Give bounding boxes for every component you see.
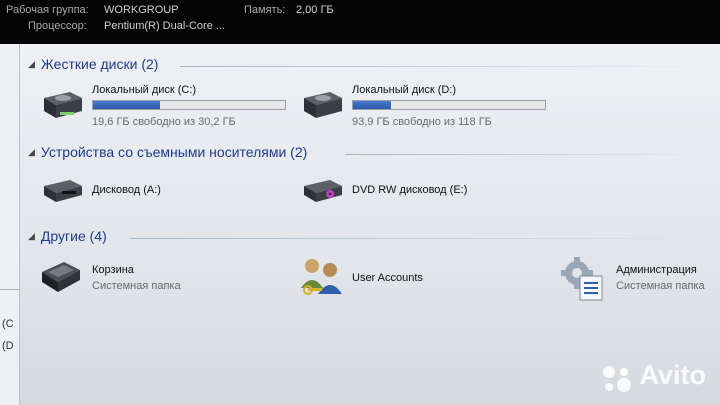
memory-label: Память:: [244, 4, 286, 16]
avito-logo-icon: [602, 366, 631, 392]
nav-fragment[interactable]: (D: [2, 340, 14, 352]
item-subtitle: Системная папка: [616, 280, 705, 292]
hard-drive-icon: [44, 92, 82, 118]
watermark-text: Avito: [639, 360, 707, 390]
drive-name: Локальный диск (C:): [92, 84, 197, 96]
nav-fragment[interactable]: (C: [2, 318, 14, 330]
drive-name: Локальный диск (D:): [352, 84, 457, 96]
item-subtitle: Системная папка: [92, 280, 181, 292]
memory-value: 2,00 ГБ: [296, 4, 334, 16]
drive-item-d[interactable]: Локальный диск (D:) 93,9 ГБ свободно из …: [300, 84, 550, 132]
user-accounts-icon: [301, 259, 342, 295]
recycle-bin-item[interactable]: Корзина Системная папка: [38, 256, 258, 300]
group-separator: [130, 238, 710, 239]
pane-divider: [0, 289, 19, 290]
dvd-drive-icon: [304, 180, 342, 202]
group-title: Жесткие диски (2): [40, 56, 159, 72]
hard-drive-icon: [304, 92, 342, 118]
content-area: ◢ Жесткие диски (2) Локальный диск (C:) 1…: [20, 44, 720, 405]
recycle-bin-icon: [42, 262, 80, 292]
collapse-arrow-icon[interactable]: ◢: [28, 147, 35, 158]
drive-usage-fill: [93, 101, 161, 109]
drive-free-space: 93,9 ГБ свободно из 118 ГБ: [352, 116, 492, 128]
user-accounts-item[interactable]: User Accounts: [298, 254, 498, 302]
group-header-other[interactable]: ◢ Другие (4): [28, 228, 107, 244]
workgroup-value: WORKGROUP: [104, 4, 179, 16]
group-header-hard-drives[interactable]: ◢ Жесткие диски (2): [28, 56, 158, 72]
collapse-arrow-icon[interactable]: ◢: [28, 59, 35, 70]
drive-name: DVD RW дисковод (E:): [352, 184, 468, 196]
group-separator: [345, 154, 710, 155]
floppy-drive-icon: [44, 180, 82, 202]
floppy-drive-item[interactable]: Дисковод (A:): [40, 176, 240, 206]
drive-usage-bar: [92, 100, 286, 110]
dvd-drive-item[interactable]: DVD RW дисковод (E:): [300, 176, 520, 206]
avito-watermark: Avito: [602, 360, 707, 392]
drive-usage-fill: [353, 101, 392, 109]
group-title: Устройства со съемными носителями (2): [40, 144, 308, 160]
drive-usage-bar: [352, 100, 546, 110]
administration-icon: [561, 257, 603, 301]
cpu-label: Процессор:: [28, 20, 87, 32]
workgroup-label: Рабочая группа:: [6, 4, 89, 16]
drive-item-c[interactable]: Локальный диск (C:) 19,6 ГБ свободно из …: [40, 84, 290, 132]
group-separator: [180, 66, 710, 67]
computer-info-bar: Рабочая группа: WORKGROUP Память: 2,00 Г…: [0, 0, 720, 44]
cpu-value: Pentium(R) Dual-Core ...: [104, 20, 226, 32]
administration-item[interactable]: Администрация Системная папка: [560, 256, 720, 302]
group-title: Другие (4): [40, 228, 107, 244]
navigation-pane[interactable]: (C (D: [0, 44, 20, 405]
drive-free-space: 19,6 ГБ свободно из 30,2 ГБ: [92, 116, 236, 128]
drive-name: Дисковод (A:): [92, 184, 161, 196]
group-header-removable[interactable]: ◢ Устройства со съемными носителями (2): [28, 144, 307, 160]
item-name: Администрация: [616, 264, 697, 276]
collapse-arrow-icon[interactable]: ◢: [28, 231, 35, 242]
item-name: Корзина: [92, 264, 134, 276]
item-name: User Accounts: [352, 272, 423, 284]
